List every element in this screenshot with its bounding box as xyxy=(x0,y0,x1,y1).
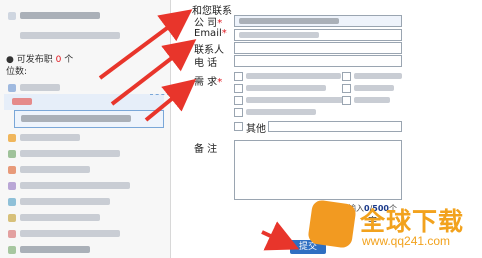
available-jobs-unit: 个 xyxy=(64,55,74,65)
sidebar-row[interactable] xyxy=(4,146,164,162)
company-label: 公 司* xyxy=(194,18,223,29)
blurred-text xyxy=(246,109,316,115)
sidebar-row xyxy=(4,28,164,44)
blurred-text xyxy=(239,18,339,24)
phone-label: 电 话 xyxy=(194,58,218,69)
blurred-text xyxy=(20,150,120,157)
sidebar-row[interactable] xyxy=(4,130,164,146)
blurred-text xyxy=(239,32,319,38)
blurred-text xyxy=(246,73,341,79)
sidebar-row[interactable] xyxy=(4,226,164,242)
email-label: Email* xyxy=(194,28,227,39)
doc-icon xyxy=(8,230,16,238)
other-option-label: 其他 xyxy=(246,124,266,135)
blurred-text xyxy=(20,230,120,237)
remark-textarea[interactable] xyxy=(234,140,402,200)
available-jobs-count: 0 xyxy=(55,55,62,65)
folder-icon xyxy=(8,84,16,92)
other-input[interactable] xyxy=(268,121,402,132)
divider xyxy=(150,94,170,95)
user-icon xyxy=(8,12,16,20)
checkbox[interactable] xyxy=(342,96,351,105)
blurred-text xyxy=(20,214,100,221)
phone-input[interactable] xyxy=(234,55,402,67)
contact-input[interactable] xyxy=(234,42,402,54)
blurred-text xyxy=(20,32,120,39)
blurred-text xyxy=(20,246,90,253)
checkbox[interactable] xyxy=(342,84,351,93)
sidebar-selected-item[interactable] xyxy=(14,110,164,128)
watermark: 全球下载 www.qq241.com xyxy=(307,199,478,252)
sidebar-row[interactable] xyxy=(4,194,164,210)
blurred-text xyxy=(354,73,402,79)
blurred-text xyxy=(20,182,130,189)
doc-icon xyxy=(8,166,16,174)
blurred-text xyxy=(20,198,110,205)
sidebar-header-row xyxy=(4,8,164,24)
watermark-logo-icon xyxy=(307,199,357,249)
doc-icon xyxy=(8,214,16,222)
blurred-text xyxy=(20,134,80,141)
blurred-text xyxy=(20,12,100,19)
blurred-text xyxy=(354,85,394,91)
blurred-text xyxy=(246,97,346,103)
remark-label: 备 注 xyxy=(194,144,218,155)
blurred-text xyxy=(21,115,131,122)
demand-label: 需 求* xyxy=(194,77,223,88)
company-input[interactable] xyxy=(234,15,402,27)
left-sidebar: ● 可发布职 0 个 位数: xyxy=(0,0,171,258)
checkbox[interactable] xyxy=(234,96,243,105)
doc-icon xyxy=(8,134,16,142)
blurred-text xyxy=(246,85,326,91)
doc-icon xyxy=(8,150,16,158)
sidebar-row[interactable] xyxy=(4,178,164,194)
checkbox[interactable] xyxy=(234,72,243,81)
sidebar-row[interactable] xyxy=(4,242,164,258)
blurred-text xyxy=(20,84,60,91)
sidebar-row[interactable] xyxy=(4,210,164,226)
checkbox-other[interactable] xyxy=(234,122,243,131)
doc-icon xyxy=(8,182,16,190)
checkbox[interactable] xyxy=(234,84,243,93)
blurred-text xyxy=(12,98,32,105)
doc-icon xyxy=(8,246,16,254)
sidebar-row-highlight[interactable] xyxy=(4,94,164,110)
checkbox[interactable] xyxy=(342,72,351,81)
doc-icon xyxy=(8,198,16,206)
blurred-text xyxy=(20,166,90,173)
sidebar-row[interactable] xyxy=(4,162,164,178)
watermark-title: 全球下载 xyxy=(360,207,465,236)
checkbox[interactable] xyxy=(234,108,243,117)
watermark-url: www.qq241.com xyxy=(362,234,451,248)
blurred-text xyxy=(354,97,390,103)
email-input[interactable] xyxy=(234,29,402,41)
positions-label: 位数: xyxy=(6,67,28,77)
